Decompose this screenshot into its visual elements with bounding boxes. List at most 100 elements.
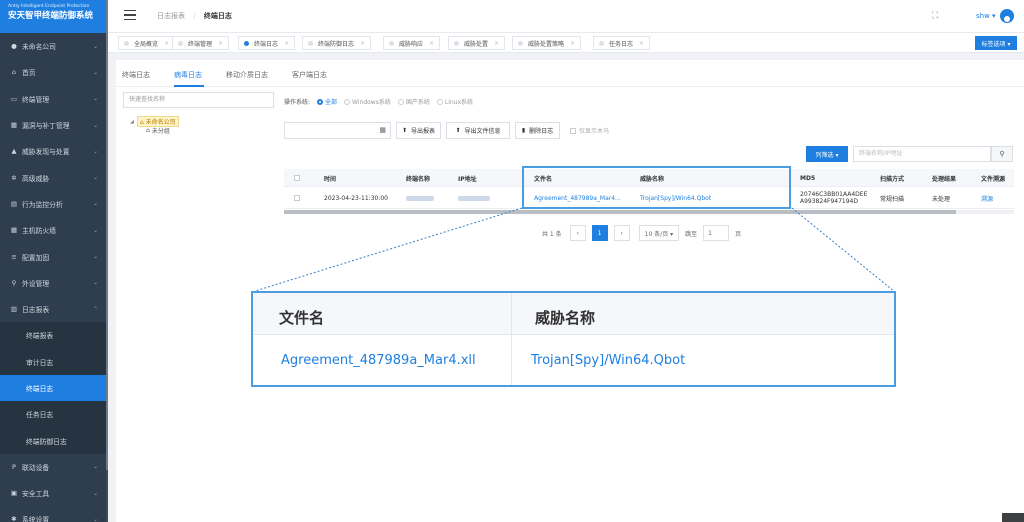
tree-child-label: 未分组 [151, 128, 170, 135]
pager-prev-button[interactable]: ‹ [569, 225, 586, 241]
tree-node-root[interactable]: ◢ ⌂ 未命名公司 [130, 116, 179, 127]
sidebar-item-label: 未命名公司 [22, 43, 56, 52]
sidebar-subitem[interactable]: 审计日志 [0, 348, 108, 375]
sidebar-item[interactable]: P 联动设备 ⌄ [0, 454, 108, 480]
col-header-time[interactable]: 时间 [324, 169, 336, 187]
close-icon[interactable]: × [218, 40, 223, 47]
tree-expand-icon[interactable]: ◢ [130, 119, 134, 125]
os-radio[interactable]: 全部 [317, 97, 337, 106]
column-filter-button[interactable]: 列筛选 ▾ [806, 146, 848, 162]
date-range-input[interactable]: ▦ [284, 122, 391, 139]
trojan-only-checkbox[interactable]: 仅显示木马 [570, 126, 609, 135]
sidebar-subitem[interactable]: 终端日志 [0, 374, 108, 402]
os-radio[interactable]: Windows系统 [344, 97, 391, 106]
os-radio[interactable]: 国产系统 [397, 97, 430, 106]
calendar-icon[interactable]: ▦ [379, 126, 386, 134]
sidebar-subitem[interactable]: 终端报表 [0, 322, 108, 349]
sidebar-item[interactable]: ▭ 终端管理 ⌄ [0, 86, 108, 112]
breadcrumb-parent[interactable]: 日志报表 [157, 12, 185, 20]
subtab[interactable]: 移动介质日志 [226, 70, 268, 80]
page-tab[interactable]: 威胁处置 × [448, 36, 506, 50]
radio-circle [397, 98, 404, 105]
pager-page-1[interactable]: 1 [591, 225, 608, 241]
radio-circle [317, 98, 324, 105]
sidebar-item[interactable]: ✲ 高级威胁 ⌄ [0, 164, 108, 190]
page-size-select[interactable]: 10 条/页 ▾ [638, 225, 680, 241]
delete-log-button[interactable]: ▮ 删除日志 [515, 122, 560, 139]
sidebar-item[interactable]: ▥ 日志报表 ⌃ [0, 296, 108, 322]
pager-goto-input[interactable]: 1 [703, 225, 730, 241]
subtab[interactable]: 病毒日志 [174, 70, 202, 80]
callout-filename[interactable]: Agreement_487989a_Mar4.xll [281, 353, 476, 368]
sidebar-item[interactable]: ≡ 配置加固 ⌄ [0, 243, 108, 269]
callout-threat[interactable]: Trojan[Spy]/Win64.Qbot [531, 353, 685, 368]
subtab[interactable]: 客户端日志 [292, 70, 327, 80]
close-icon[interactable]: × [284, 40, 289, 47]
select-all-checkbox[interactable] [294, 169, 300, 187]
sidebar-subitem[interactable]: 任务日志 [0, 401, 108, 428]
callout-divider [511, 293, 512, 385]
sidebar-item[interactable]: ✱ 系统设置 ⌄ [0, 506, 108, 522]
table-scroll-thumb[interactable] [284, 210, 956, 214]
page-tab[interactable]: 终端日志 × [238, 36, 296, 50]
sidebar-item[interactable]: ▲ 威胁发现与处置 ⌄ [0, 138, 108, 164]
chevron-icon: ⌄ [92, 174, 98, 182]
tree-node-child[interactable]: ⌂ 未分组 [130, 126, 179, 135]
col-header-md5[interactable]: MD5 [800, 169, 815, 187]
search-input[interactable]: 终端名称/IP地址 [853, 146, 991, 162]
close-icon[interactable]: × [494, 40, 499, 47]
page-tab[interactable]: 终端防御日志 × [302, 36, 372, 50]
sidebar-item[interactable]: ⌂ 首页 ⌄ [0, 59, 108, 85]
page-tab[interactable]: 终端管理 × [172, 36, 230, 50]
pager-next-button[interactable]: › [613, 225, 630, 241]
os-radio-label: Linux系统 [444, 99, 474, 106]
export-file-info-button[interactable]: ⬆ 导出文件信息 [446, 122, 510, 139]
avatar[interactable] [999, 9, 1014, 23]
breadcrumb: 日志报表 / 终端日志 [157, 11, 232, 21]
sidebar-subitem[interactable]: 终端防御日志 [0, 427, 108, 454]
sidebar-item[interactable]: ▦ 主机防火墙 ⌄ [0, 217, 108, 243]
close-icon[interactable]: × [360, 40, 365, 47]
row-checkbox[interactable] [294, 187, 300, 209]
close-icon[interactable]: × [429, 40, 434, 47]
quick-search-input[interactable]: 快速查找名称 [123, 92, 274, 108]
sidebar-item[interactable]: ▤ 行为监控分析 ⌄ [0, 191, 108, 217]
sidebar-item[interactable]: ● 未命名公司 ⌄ [0, 33, 108, 59]
col-header-result[interactable]: 处理结果 [932, 169, 956, 187]
close-icon[interactable]: × [164, 40, 169, 47]
menu-toggle-icon[interactable] [124, 10, 136, 22]
export-report-label: 导出报表 [411, 128, 436, 135]
fullscreen-icon[interactable]: ⛶ [932, 11, 938, 21]
page-tab[interactable]: 全局概览 × [118, 36, 176, 50]
user-name[interactable]: shw ▾ [976, 12, 996, 20]
sidebar-item[interactable]: ▦ 漏洞与补丁管理 ⌄ [0, 112, 108, 138]
user-menu[interactable]: shw ▾ [976, 9, 1014, 23]
sidebar-item[interactable]: ⚲ 外设管理 ⌄ [0, 270, 108, 296]
col-header-ip[interactable]: IP地址 [458, 169, 477, 187]
page-tab[interactable]: 任务日志 × [593, 36, 651, 50]
tab-options-button[interactable]: 标签选项 ▾ [975, 36, 1017, 50]
sidebar-scroll-thumb[interactable] [106, 0, 108, 470]
sidebar-item-label: 系统设置 [22, 516, 50, 522]
sidebar-scrollbar[interactable] [106, 0, 108, 522]
page-tab[interactable]: 威胁响应 × [383, 36, 441, 50]
col-header-endpoint[interactable]: 终端名称 [406, 169, 430, 187]
subtab[interactable]: 终端日志 [122, 70, 150, 80]
sidebar-item[interactable]: ▣ 安全工具 ⌄ [0, 480, 108, 506]
config-icon: ≡ [11, 252, 17, 261]
close-icon[interactable]: × [570, 40, 575, 47]
search-icon[interactable]: ⚲ [991, 146, 1013, 162]
close-icon[interactable]: × [639, 40, 644, 47]
export-report-button[interactable]: ⬆ 导出报表 [396, 122, 441, 139]
radio-circle [344, 98, 351, 105]
cell-trace[interactable]: 溯源 [981, 187, 993, 209]
sidebar-item-label: 漏洞与补丁管理 [22, 122, 70, 131]
col-header-trace[interactable]: 文件溯源 [981, 169, 1005, 187]
col-header-scan[interactable]: 扫描方式 [880, 169, 904, 187]
table-horizontal-scrollbar[interactable] [284, 210, 1014, 214]
org-tree: ◢ ⌂ 未命名公司 ⌂ 未分组 [130, 116, 179, 135]
group-icon: ⌂ [146, 127, 150, 134]
zoom-callout: 文件名 威胁名称 Agreement_487989a_Mar4.xll Troj… [251, 291, 896, 387]
page-tab[interactable]: 威胁处置策略 × [512, 36, 582, 50]
os-radio[interactable]: Linux系统 [436, 97, 474, 106]
